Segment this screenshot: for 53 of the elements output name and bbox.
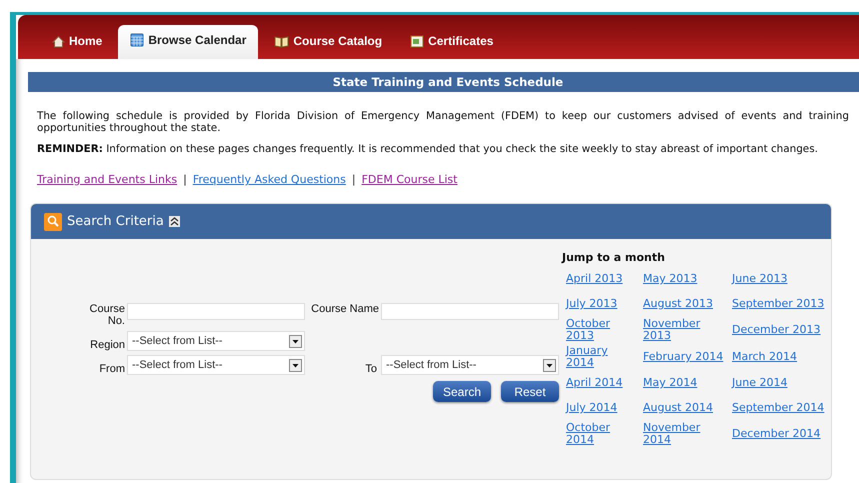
field-label: Course Name [310,303,379,317]
form-button[interactable]: Reset [501,381,559,402]
link-separator: | [352,173,356,186]
month-link[interactable]: February 2014 [643,346,727,368]
month-link[interactable]: October 2014 [566,422,628,446]
search-icon [44,212,62,230]
page-link[interactable]: Training and Events Links [37,173,178,186]
month-link[interactable]: December 2014 [732,423,827,445]
month-link[interactable]: April 2014 [566,372,628,394]
calendar-icon [130,33,144,47]
month-link[interactable]: September 2014 [732,397,827,419]
month-link[interactable]: January 2014 [566,345,628,369]
course-name-field[interactable] [381,303,559,320]
from-dropdown[interactable]: --Select from List-- [127,355,305,375]
month-link[interactable]: October 2013 [566,318,628,342]
field-label: Region [89,339,125,351]
month-link[interactable]: July 2014 [566,397,628,419]
month-link[interactable]: March 2014 [732,346,827,368]
link-separator: | [183,173,187,186]
field-label: Course No. [89,303,125,327]
month-link[interactable]: June 2014 [732,372,827,394]
intro-paragraph: The following schedule is provided by Florida Division of Emergency Management (FDEM) to keep our customers advised of events and training opportunities throughout the state. [36,110,849,134]
nav-tab[interactable]: Home [40,29,114,59]
month-link[interactable]: May 2013 [643,268,727,290]
month-link[interactable]: May 2014 [643,372,727,394]
month-link[interactable]: August 2014 [643,397,727,419]
field-label: From [98,363,125,375]
month-link[interactable]: April 2013 [566,268,628,290]
section-title-bar: State Training and Events Schedule [28,72,859,92]
house-icon [52,34,65,48]
panel-title: Search Criteria [67,214,164,229]
month-link[interactable]: November 2014 [643,422,727,446]
field-label: To [364,363,378,375]
month-link[interactable]: December 2013 [732,319,827,341]
page-link[interactable]: FDEM Course List [362,173,458,186]
month-link[interactable]: September 2013 [732,293,827,315]
certificate-icon [410,34,424,48]
page-link[interactable]: Frequently Asked Questions [192,173,346,186]
nav-tab[interactable]: Certificates [398,29,506,59]
jump-heading: Jump to a month [562,251,665,264]
month-link[interactable]: November 2013 [643,318,727,342]
month-link[interactable]: August 2013 [643,293,727,315]
book-icon [274,34,290,48]
course-number-field[interactable] [127,303,305,320]
region-dropdown[interactable]: --Select from List-- [127,331,305,351]
month-link[interactable]: June 2013 [732,268,827,290]
month-link[interactable]: July 2013 [566,293,628,315]
collapse-icon[interactable] [168,216,180,227]
nav-tab[interactable]: Browse Calendar [118,25,258,59]
nav-tab[interactable]: Course Catalog [262,29,394,59]
reminder-paragraph: REMINDER: Information on these pages changes frequently. It is recommended that you check the site weekly to stay abreast of important changes. [36,143,819,155]
form-button[interactable]: Search [433,381,491,402]
to-dropdown[interactable]: --Select from List-- [381,355,559,375]
